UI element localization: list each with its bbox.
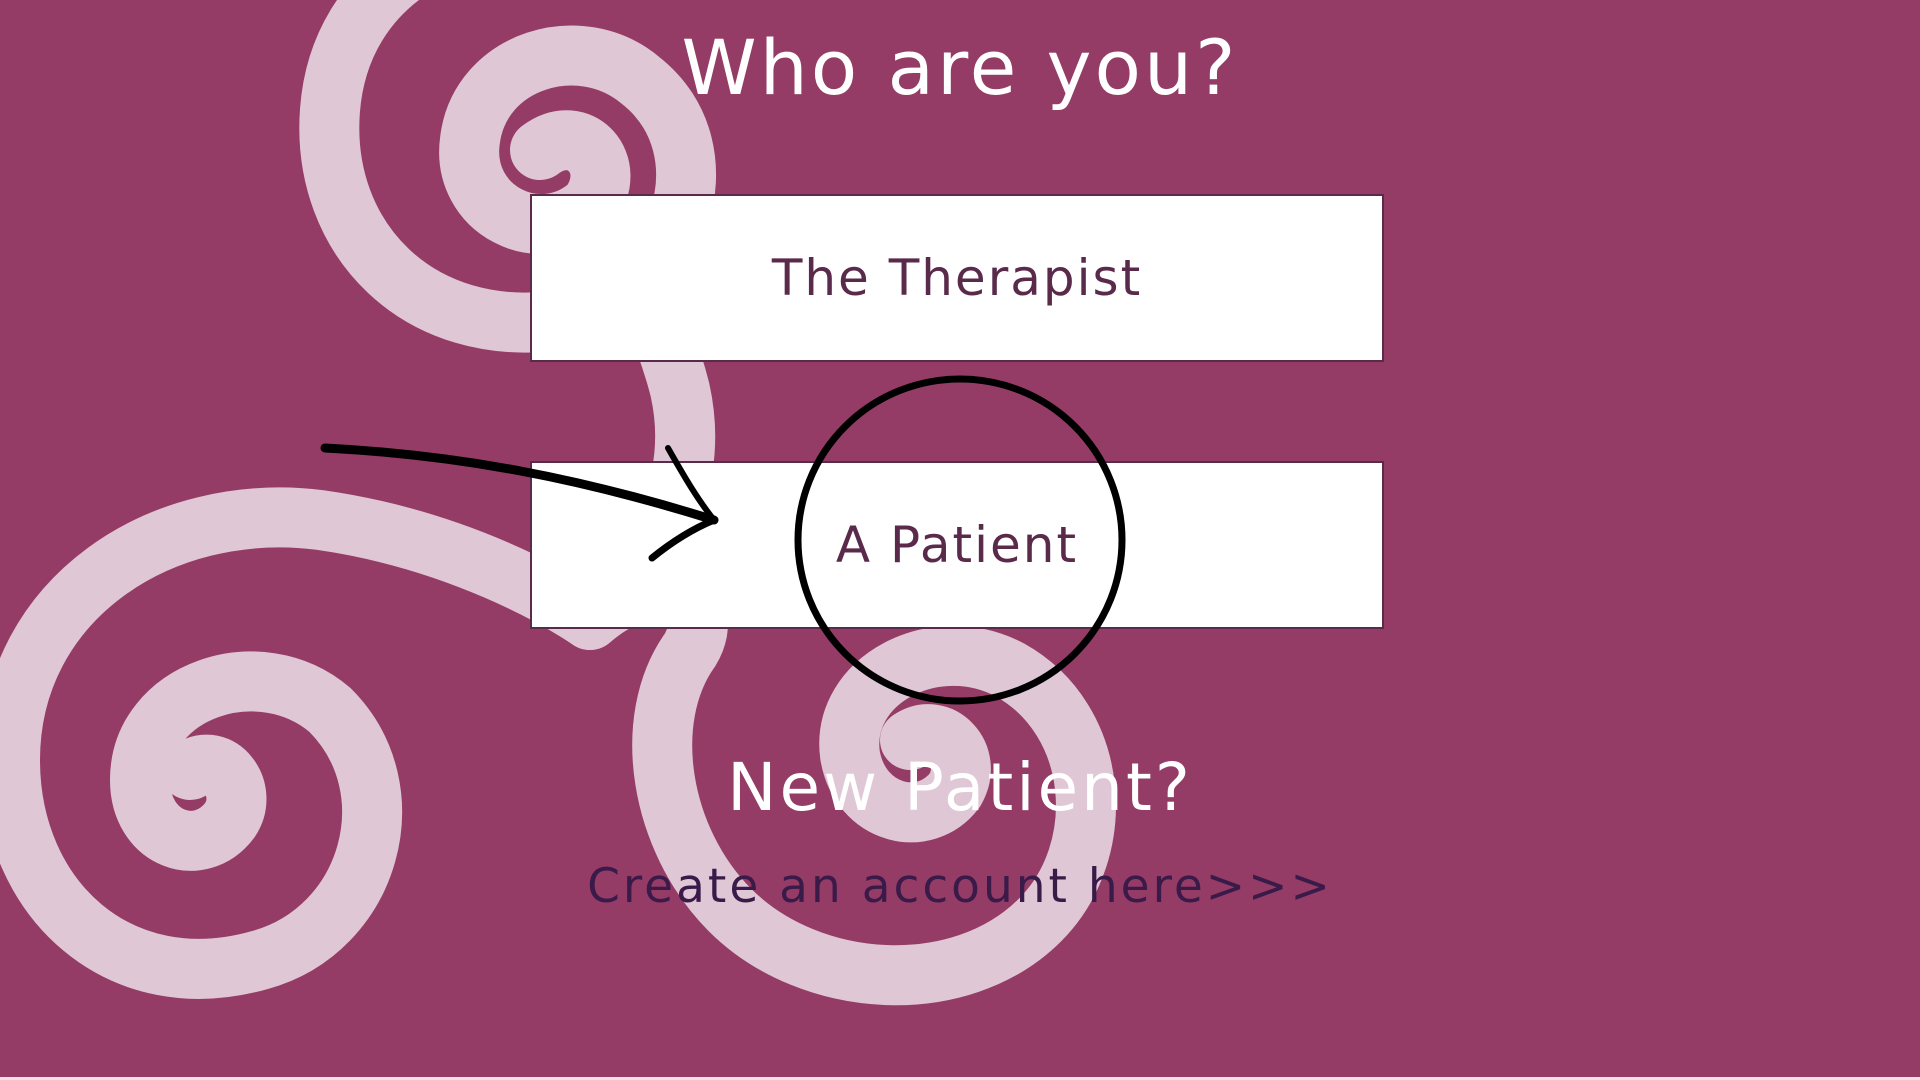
therapist-button[interactable]: The Therapist bbox=[530, 194, 1384, 362]
patient-button[interactable]: A Patient bbox=[530, 461, 1384, 629]
page-title: Who are you? bbox=[681, 23, 1239, 112]
therapist-button-label: The Therapist bbox=[771, 249, 1143, 307]
create-account-link[interactable]: Create an account here>>> bbox=[0, 855, 1920, 919]
patient-button-label: A Patient bbox=[835, 516, 1079, 574]
new-patient-prompt: New Patient? bbox=[727, 749, 1193, 826]
